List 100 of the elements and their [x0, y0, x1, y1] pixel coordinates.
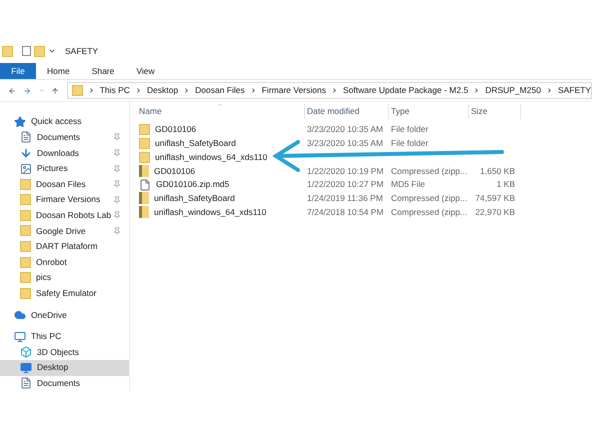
file-icon [139, 178, 151, 191]
date-cell: 7/24/2018 10:54 PM [307, 206, 384, 217]
sidebar-label: Doosan Files [36, 178, 87, 191]
sidebar-item[interactable]: Downloads [0, 145, 129, 161]
column-header[interactable]: Size [469, 104, 521, 119]
sidebar-item[interactable]: DART Plataform [0, 238, 129, 254]
download-icon [20, 146, 32, 159]
folder-icon [20, 178, 31, 190]
desktop-icon [20, 362, 32, 374]
sidebar-label: Desktop [37, 361, 70, 374]
checkbox-icon[interactable] [22, 46, 31, 56]
pin-icon [113, 164, 121, 173]
breadcrumb[interactable]: SAFETY [558, 84, 592, 97]
sidebar-item[interactable]: Google Drive [0, 223, 129, 239]
breadcrumb[interactable]: This PC [100, 84, 130, 97]
chevron-icon [88, 87, 95, 94]
sidebar-item[interactable]: 3D Objects [0, 344, 129, 360]
file-name[interactable]: uniflash_SafetyBoard [154, 192, 235, 205]
pin-icon [113, 148, 121, 157]
sidebar-item[interactable]: Documents [0, 376, 129, 392]
sidebar-item[interactable]: Firmare Versions [0, 192, 129, 208]
zip-folder-icon [139, 164, 149, 177]
sidebar-label: 3D Objects [37, 346, 80, 358]
type-cell: Compressed (zipp... [391, 166, 468, 176]
folder-icon [139, 124, 150, 136]
folder-icon [20, 272, 31, 284]
sidebar-item[interactable]: Doosan Robots Lab [0, 208, 129, 224]
monitor-icon [14, 330, 26, 343]
sidebar-item[interactable]: OneDrive [0, 307, 129, 323]
chevron-icon [183, 87, 190, 94]
forward-icon[interactable] [23, 86, 32, 96]
sort-icon [217, 102, 223, 108]
chevron-icon [473, 87, 480, 94]
file-name[interactable]: GD010106 [154, 164, 196, 178]
sidebar-label: This PC [31, 330, 62, 343]
date-cell: 3/23/2020 10:35 AM [307, 138, 384, 148]
sidebar-item[interactable]: Safety Emulator [0, 286, 129, 302]
file-name[interactable]: uniflash_windows_64_xds110 [155, 150, 268, 164]
sidebar-label: Google Drive [36, 224, 87, 238]
sidebar-item[interactable]: Doosan Files [0, 176, 129, 192]
folder-icon [20, 256, 31, 268]
type-cell: MD5 File [391, 179, 426, 190]
column-header[interactable]: Name [137, 104, 305, 119]
folder-icon [20, 241, 31, 252]
chevron-icon [546, 87, 553, 94]
ribbon-tab[interactable]: Home [36, 63, 81, 79]
pin-icon [113, 211, 121, 220]
picture-icon [20, 162, 32, 175]
ribbon-tab[interactable]: View [125, 63, 166, 79]
sidebar-item[interactable]: Quick access [0, 114, 129, 130]
address-bar[interactable]: This PC Desktop Doosan Files Firmare Versions Software Update Package - M2.5 DRSUP_M250 SAFETY [66, 82, 592, 99]
file-name[interactable]: uniflash_SafetyBoard [155, 137, 236, 150]
date-cell: 3/23/2020 10:35 AM [307, 124, 384, 134]
chevron-icon [134, 87, 142, 94]
size-cell: 74,597 KB [475, 192, 515, 203]
sidebar-label: Quick access [31, 115, 83, 128]
sidebar-item[interactable]: Pictures [0, 160, 129, 176]
breadcrumb[interactable]: Doosan Files [195, 84, 245, 97]
dropdown-icon[interactable] [48, 47, 56, 55]
file-name[interactable]: uniflash_windows_64_xds110 [154, 206, 266, 218]
folder-icon [2, 46, 13, 56]
column-header[interactable]: Type [389, 104, 469, 119]
up-icon[interactable] [51, 86, 60, 96]
sidebar-label: Documents [37, 131, 81, 144]
star-icon [14, 116, 26, 128]
ribbon-tab[interactable]: Share [80, 63, 126, 79]
sidebar-label: Safety Emulator [36, 286, 98, 300]
sidebar-item[interactable]: pics [0, 270, 129, 286]
folder-icon [20, 210, 31, 221]
column-header[interactable]: Date modified [305, 104, 389, 119]
size-cell: 1 KB [496, 179, 515, 190]
folder-icon [20, 194, 31, 206]
sidebar-label: OneDrive [31, 308, 68, 322]
sidebar-label: Pictures [37, 162, 69, 175]
document-icon [20, 377, 32, 390]
breadcrumb[interactable]: Desktop [146, 84, 178, 97]
breadcrumb[interactable]: Software Update Package - M2.5 [342, 84, 468, 97]
type-cell: Compressed (zipp... [391, 192, 468, 203]
breadcrumb[interactable]: Firmare Versions [262, 84, 326, 97]
pin-icon [113, 133, 121, 142]
zip-folder-icon [139, 192, 149, 204]
sidebar-item[interactable]: Documents [0, 130, 129, 146]
document-icon [20, 131, 32, 144]
back-icon[interactable] [8, 86, 16, 96]
size-cell: 1,650 KB [480, 166, 515, 176]
date-cell: 1/22/2020 10:19 PM [307, 166, 384, 176]
sidebar-item[interactable]: Desktop [0, 360, 129, 376]
folder-icon [139, 152, 150, 163]
file-name[interactable]: GD010106 [155, 123, 196, 136]
sidebar-item[interactable]: This PC [0, 328, 129, 344]
breadcrumb[interactable]: DRSUP_M250 [485, 84, 541, 97]
sidebar-label: Onrobot [36, 256, 68, 269]
folder-icon [139, 138, 150, 150]
type-cell: File folder [391, 124, 428, 134]
sidebar-label: Documents [37, 376, 81, 390]
file-name[interactable]: GD010106.zip.md5 [156, 178, 230, 191]
sidebar-item[interactable]: Onrobot [0, 254, 129, 270]
ribbon-tab[interactable]: File [0, 63, 36, 79]
sidebar-label: pics [36, 271, 52, 284]
sidebar-label: DART Plataform [36, 240, 99, 253]
